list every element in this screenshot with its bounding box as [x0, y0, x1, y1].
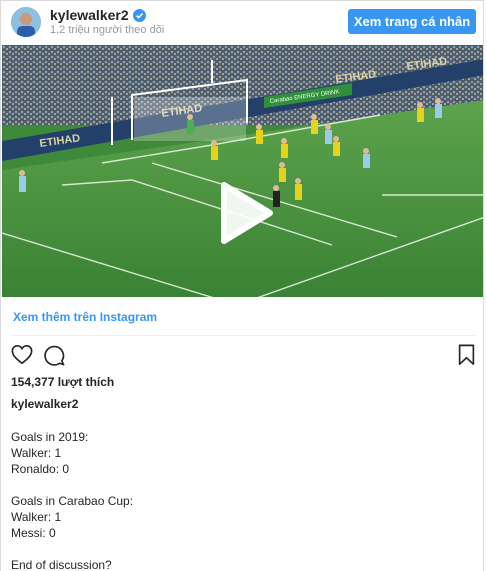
username[interactable]: kylewalker2: [50, 7, 129, 23]
comment-icon[interactable]: [43, 344, 65, 366]
divider: [10, 335, 476, 336]
caption-author[interactable]: kylewalker2: [11, 397, 78, 411]
caption-line: [11, 477, 133, 493]
caption-line: [11, 541, 133, 557]
view-more-on-instagram-link[interactable]: Xem thêm trên Instagram: [13, 310, 157, 324]
heart-icon[interactable]: [11, 344, 33, 365]
caption-text: Goals in 2019: Walker: 1 Ronaldo: 0 Goal…: [11, 429, 133, 571]
follower-count: 1,2 triệu người theo dõi: [50, 24, 165, 36]
play-icon[interactable]: [218, 181, 274, 245]
caption-line: Walker: 1: [11, 446, 62, 460]
post-header: kylewalker2 1,2 triệu người theo dõi Xem…: [1, 1, 483, 43]
view-profile-button[interactable]: Xem trang cá nhân: [348, 9, 476, 34]
avatar[interactable]: [11, 7, 41, 37]
caption-line: Walker: 1: [11, 510, 62, 524]
caption-line: Ronaldo: 0: [11, 462, 70, 476]
video-player[interactable]: ETIHAD ETIHAD ETIHAD ETIHAD Carabao ENER…: [2, 45, 483, 297]
like-count[interactable]: 154,377 lượt thích: [11, 375, 114, 389]
video-thumbnail: ETIHAD ETIHAD ETIHAD ETIHAD Carabao ENER…: [2, 45, 483, 297]
caption-line: Goals in 2019:: [11, 430, 89, 444]
bookmark-icon[interactable]: [458, 344, 475, 366]
username-row: kylewalker2: [50, 7, 146, 23]
instagram-embed-card: kylewalker2 1,2 triệu người theo dõi Xem…: [0, 0, 484, 571]
verified-badge-icon: [132, 8, 146, 22]
caption-line: Goals in Carabao Cup:: [11, 494, 134, 508]
caption-line: End of discussion?: [11, 558, 112, 571]
caption-line: Messi: 0: [11, 526, 56, 540]
